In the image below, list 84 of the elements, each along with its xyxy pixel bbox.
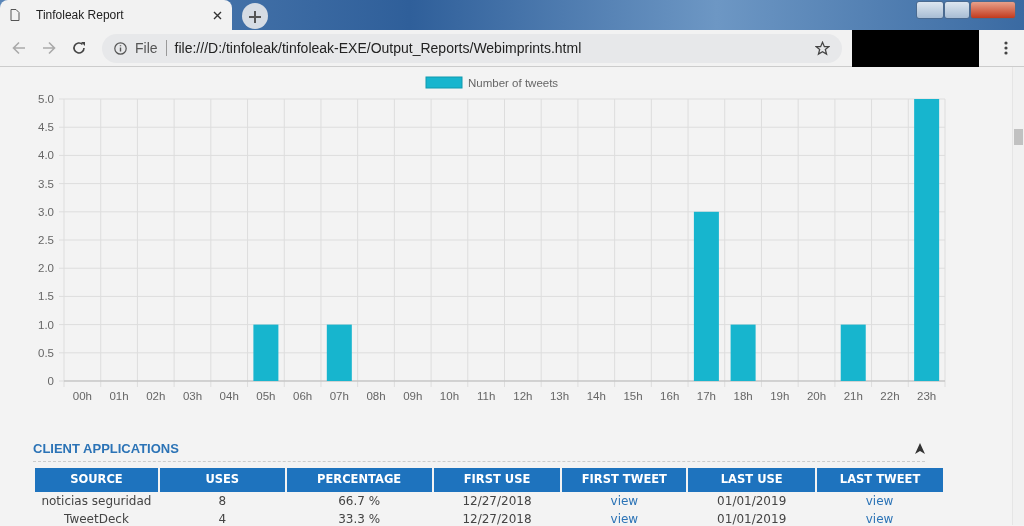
y-tick-label: 3.5 [38, 177, 54, 190]
x-tick-label: 10h [439, 390, 460, 402]
x-tick-label: 02h [146, 390, 166, 402]
x-tick-label: 20h [806, 390, 827, 402]
x-tick-label: 05h [256, 390, 276, 402]
bar [730, 324, 756, 381]
x-tick-label: 09h [403, 390, 423, 402]
scheme-label: File [135, 38, 158, 58]
bar [840, 324, 866, 381]
url-text: file:///D:/tinfoleak/tinfoleak-EXE/Output_Reports/Webimprints.html [174, 38, 582, 58]
legend-swatch [425, 76, 463, 89]
x-tick-label: 16h [660, 390, 680, 402]
x-tick-label: 17h [696, 390, 716, 402]
close-window-button[interactable] [970, 1, 1016, 19]
y-tick-label: 0.5 [38, 346, 54, 359]
bar [253, 324, 279, 381]
table-cell-text: 01/01/2019 [716, 510, 788, 526]
y-tick-label: 1.0 [38, 318, 54, 331]
legend-label: Number of tweets [468, 77, 559, 89]
x-tick-label: 03h [182, 390, 203, 402]
table-cell: noticias seguridad [34, 491, 159, 510]
view-link[interactable]: view [610, 511, 639, 526]
table-cell-text: 4 [217, 510, 228, 526]
view-link[interactable]: view [865, 493, 894, 508]
section-title: CLIENT APPLICATIONS [33, 440, 179, 458]
x-tick-label: 04h [219, 390, 239, 402]
maximize-button[interactable] [944, 1, 970, 19]
tab-title: Tinfoleak Report [36, 7, 125, 24]
x-tick-label: 15h [623, 390, 643, 402]
x-tick-label: 08h [366, 390, 386, 402]
scrollbar[interactable] [1012, 67, 1024, 525]
x-tick-label: 18h [733, 390, 753, 402]
view-link[interactable]: view [865, 511, 894, 526]
minimize-button[interactable] [916, 1, 944, 19]
bar [326, 324, 352, 381]
y-tick-label: 3.0 [38, 205, 54, 218]
new-tab-button[interactable] [242, 3, 268, 29]
y-tick-label: 2.0 [38, 262, 54, 275]
table-cell-text: 33.3 % [337, 510, 382, 526]
x-tick-label: 01h [109, 390, 129, 402]
column-header[interactable]: LAST TWEET [816, 467, 943, 492]
column-header[interactable]: SOURCE [34, 467, 159, 492]
up-arrow-icon[interactable] [915, 443, 925, 455]
star-icon[interactable] [815, 40, 830, 56]
page-icon [10, 9, 20, 21]
forward-arrow-icon [42, 41, 56, 55]
table-cell-text: 12/27/2018 [461, 510, 533, 526]
x-tick-label: 07h [329, 390, 349, 402]
reload-icon [72, 41, 86, 55]
x-tick-label: 11h [476, 390, 496, 402]
x-tick-label: 14h [586, 390, 606, 402]
y-tick-label: 2.5 [38, 234, 54, 246]
table-cell: 12/27/2018 [432, 491, 562, 510]
y-tick-label: 5.0 [38, 93, 54, 105]
table-cell-text: TweetDeck [63, 510, 130, 526]
plus-icon [249, 10, 261, 23]
y-tick-label: 1.5 [38, 290, 54, 303]
x-tick-label: 22h [880, 390, 900, 402]
column-header[interactable]: PERCENTAGE [285, 467, 433, 492]
table-cell: 01/01/2019 [687, 491, 817, 510]
scrollbar-thumb[interactable] [1014, 129, 1023, 145]
menu-icon[interactable] [1004, 41, 1008, 55]
column-header[interactable]: FIRST TWEET [561, 467, 688, 492]
view-link[interactable]: view [610, 493, 639, 508]
browser-tab[interactable]: Tinfoleak Report [0, 0, 232, 30]
column-header[interactable]: USES [158, 467, 286, 492]
x-tick-label: 13h [549, 390, 570, 402]
y-tick-label: 4.5 [38, 121, 54, 134]
x-tick-label: 19h [770, 390, 790, 402]
x-tick-label: 21h [843, 390, 863, 402]
address-bar[interactable]: File file:///D:/tinfoleak/tinfoleak-EXE/Output_Reports/Webimprints.html [102, 33, 842, 63]
y-tick-label: 4.0 [38, 149, 54, 162]
back-arrow-icon [12, 41, 26, 55]
column-header[interactable]: FIRST USE [432, 467, 562, 492]
x-tick-label: 23h [917, 390, 937, 402]
x-tick-label: 00h [72, 390, 92, 402]
y-tick-label: 0 [47, 375, 54, 387]
table-cell: 8 [158, 491, 286, 510]
x-tick-label: 06h [293, 390, 313, 402]
column-header[interactable]: LAST USE [687, 467, 817, 492]
info-icon [114, 41, 127, 55]
table-cell: 66.7 % [285, 491, 433, 510]
close-icon[interactable] [213, 10, 222, 20]
x-tick-label: 12h [513, 390, 533, 402]
